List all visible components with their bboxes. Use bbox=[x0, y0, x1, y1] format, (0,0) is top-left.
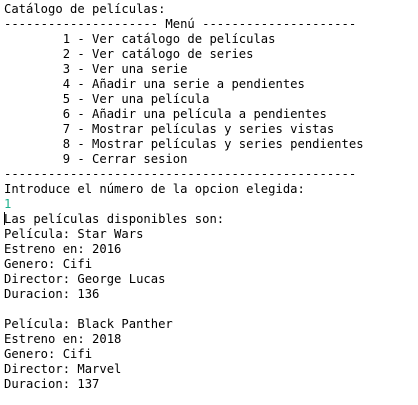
menu-item-4: 4 - Añadir una serie a pendientes bbox=[4, 77, 305, 91]
menu-item-3: 3 - Ver una serie bbox=[4, 62, 188, 76]
movie-genre: Genero: Cifi bbox=[4, 347, 93, 361]
movie-release: Estreno en: 2016 bbox=[4, 242, 122, 256]
movie-director: Director: Marvel bbox=[4, 362, 122, 376]
movie-release: Estreno en: 2018 bbox=[4, 332, 122, 346]
user-input-echo: 1 bbox=[4, 197, 12, 211]
menu-title-line: --------------------- Menú -------------… bbox=[4, 17, 357, 31]
menu-item-9: 9 - Cerrar sesion bbox=[4, 152, 188, 166]
menu-item-2: 2 - Ver catálogo de series bbox=[4, 47, 254, 61]
separator-line: ----------------------------------------… bbox=[4, 167, 357, 181]
menu-item-6: 6 - Añadir una película a pendientes bbox=[4, 107, 327, 121]
movie-genre: Genero: Cifi bbox=[4, 257, 93, 271]
console-header: Catálogo de películas: bbox=[4, 2, 166, 16]
movie-director: Director: George Lucas bbox=[4, 272, 166, 286]
movie-duration: Duracion: 137 bbox=[4, 377, 100, 391]
menu-item-5: 5 - Ver una película bbox=[4, 92, 210, 106]
result-intro-text: as películas disponibles son: bbox=[11, 212, 225, 226]
movie-entry: Película: Star Wars Estreno en: 2016 Gen… bbox=[4, 227, 414, 302]
movie-duration: Duracion: 136 bbox=[4, 287, 100, 301]
result-intro: Las películas disponibles son: bbox=[4, 212, 414, 227]
menu-item-8: 8 - Mostrar películas y series pendiente… bbox=[4, 137, 364, 151]
menu-item-7: 7 - Mostrar películas y series vistas bbox=[4, 122, 335, 136]
movie-title: Película: Black Panther bbox=[4, 317, 173, 331]
movie-title: Película: Star Wars bbox=[4, 227, 144, 241]
console-output[interactable]: Catálogo de películas: -----------------… bbox=[4, 2, 414, 392]
movie-entry: Película: Black Panther Estreno en: 2018… bbox=[4, 317, 414, 392]
option-prompt: Introduce el número de la opcion elegida… bbox=[4, 182, 305, 196]
menu-item-1: 1 - Ver catálogo de películas bbox=[4, 32, 276, 46]
